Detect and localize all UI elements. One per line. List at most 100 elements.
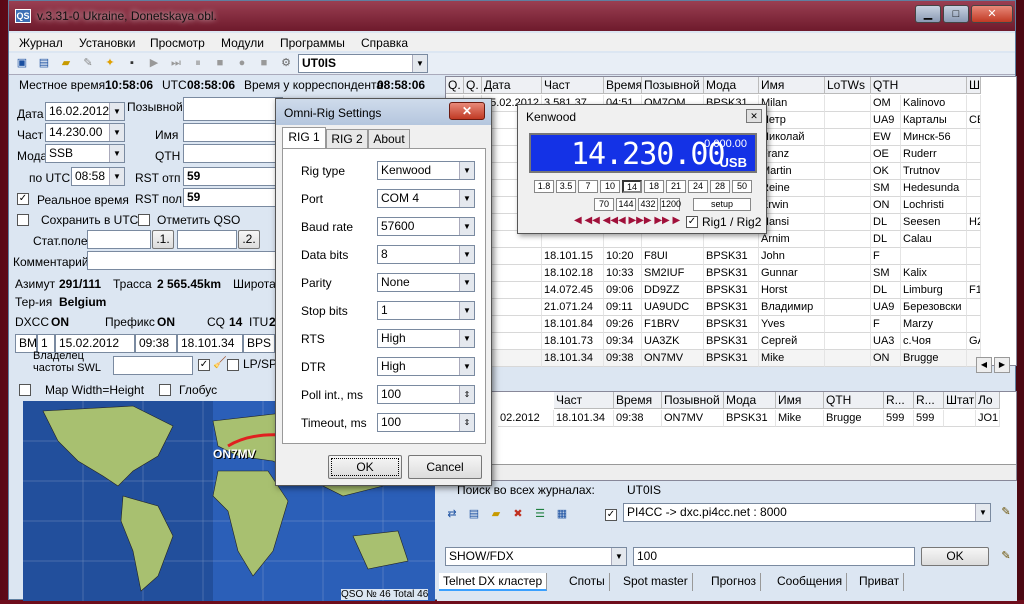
play-icon[interactable]: ▶: [147, 56, 161, 70]
table-cell[interactable]: [825, 316, 871, 333]
table-cell[interactable]: BPSK31: [704, 265, 759, 282]
table-cell[interactable]: [825, 129, 871, 146]
table-cell[interactable]: [967, 231, 981, 248]
table-cell[interactable]: [825, 163, 871, 180]
tab-telnet-cluster[interactable]: Telnet DX кластер: [439, 573, 548, 591]
column-header[interactable]: Штат: [944, 392, 976, 409]
byutc-input[interactable]: 08:58 ▼: [71, 167, 125, 186]
table-cell[interactable]: 21.071.24: [542, 299, 604, 316]
table-cell[interactable]: OK: [871, 163, 901, 180]
tab-messages[interactable]: Сообщения: [773, 573, 848, 591]
column-header[interactable]: R...: [884, 392, 914, 409]
menu-modules[interactable]: Модули: [221, 36, 264, 50]
callsign-select[interactable]: UT0IS ▼: [298, 54, 428, 73]
globe-checkbox[interactable]: [159, 384, 171, 396]
tuning-arrows-icon[interactable]: ◀ ◀◀ ◀◀◀ ▶▶▶ ▶▶ ▶: [574, 215, 680, 226]
table-cell[interactable]: Milan: [759, 95, 825, 112]
table-cell[interactable]: GA: [967, 333, 981, 350]
table-cell[interactable]: [967, 299, 981, 316]
table-cell[interactable]: F: [871, 316, 901, 333]
swl-owner-input[interactable]: [113, 356, 193, 375]
table-cell[interactable]: 09:34: [604, 333, 642, 350]
table-cell[interactable]: DD9ZZ: [642, 282, 704, 299]
table-cell[interactable]: [825, 350, 871, 367]
stat-1-button[interactable]: .1.: [152, 230, 174, 249]
date-input[interactable]: 16.02.2012 ▼: [45, 102, 125, 121]
table-cell[interactable]: UA9UDC: [642, 299, 704, 316]
column-header[interactable]: Позывной: [642, 77, 704, 94]
disk-icon[interactable]: ▪: [125, 56, 139, 70]
setting-select[interactable]: None ▼: [377, 273, 475, 292]
table-cell[interactable]: UA9: [871, 112, 901, 129]
table-cell[interactable]: Seesen: [901, 214, 967, 231]
table-cell[interactable]: [967, 197, 981, 214]
column-header[interactable]: QTH: [871, 77, 967, 94]
column-header[interactable]: Ло: [976, 392, 1000, 409]
setting-select[interactable]: COM 4 ▼: [377, 189, 475, 208]
mark-qso-checkbox[interactable]: [138, 214, 150, 226]
band-button[interactable]: 28: [710, 180, 730, 193]
table-cell[interactable]: [825, 231, 871, 248]
table-cell[interactable]: Franz: [759, 146, 825, 163]
table-cell[interactable]: Trutnov: [901, 163, 967, 180]
table-cell[interactable]: Kalinovo: [901, 95, 967, 112]
tab-forecast[interactable]: Прогноз: [707, 573, 762, 591]
band-button[interactable]: 70: [594, 198, 614, 211]
table-cell[interactable]: [901, 248, 967, 265]
column-header[interactable]: Мода: [704, 77, 759, 94]
table-cell[interactable]: Mike: [776, 410, 824, 427]
table-cell[interactable]: UA3: [871, 333, 901, 350]
table-cell[interactable]: UA3ZK: [642, 333, 704, 350]
column-header[interactable]: Имя: [776, 392, 824, 409]
table-cell[interactable]: 09:11: [604, 299, 642, 316]
cluster-server-select[interactable]: PI4CC -> dxc.pi4cc.net : 8000 ▼: [623, 503, 991, 522]
table-cell[interactable]: Владимир: [759, 299, 825, 316]
table-cell[interactable]: 18.101.34: [554, 410, 614, 427]
table-cell[interactable]: Brugge: [901, 350, 967, 367]
dialog-close-button[interactable]: ✕: [449, 102, 485, 120]
table-cell[interactable]: ON: [871, 197, 901, 214]
table-cell[interactable]: [944, 410, 976, 427]
table-cell[interactable]: Kalix: [901, 265, 967, 282]
tab-spot-master[interactable]: Spot master: [619, 573, 693, 591]
table-cell[interactable]: BPSK31: [704, 350, 759, 367]
table-cell[interactable]: Gunnar: [759, 265, 825, 282]
new-doc-icon[interactable]: ▤: [467, 507, 481, 521]
table-cell[interactable]: Петр: [759, 112, 825, 129]
table-cell[interactable]: ON7MV: [662, 410, 724, 427]
qth-input[interactable]: [183, 144, 283, 163]
table-cell[interactable]: [967, 265, 981, 282]
table-cell[interactable]: JO1: [976, 410, 1000, 427]
setting-spinner[interactable]: 100 ⇕: [377, 413, 475, 432]
table-cell[interactable]: [825, 248, 871, 265]
table-cell[interactable]: [825, 95, 871, 112]
column-header[interactable]: QTH: [824, 392, 884, 409]
menu-journal[interactable]: Журнал: [19, 36, 63, 50]
table-cell[interactable]: Marzy: [901, 316, 967, 333]
column-header[interactable]: Част: [554, 392, 614, 409]
cluster-ok-button[interactable]: OK: [921, 547, 989, 566]
columns-icon[interactable]: ▦: [555, 507, 569, 521]
table-cell[interactable]: [825, 299, 871, 316]
table-cell[interactable]: 599: [914, 410, 944, 427]
table-cell[interactable]: [967, 180, 981, 197]
setting-select[interactable]: High ▼: [377, 357, 475, 376]
table-cell[interactable]: F: [871, 248, 901, 265]
table-cell[interactable]: Hansi: [759, 214, 825, 231]
table-cell[interactable]: F1BRV: [642, 316, 704, 333]
tab-spots[interactable]: Споты: [565, 573, 610, 591]
table-cell[interactable]: Arnim: [759, 231, 825, 248]
mode-select[interactable]: SSB ▼: [45, 144, 125, 163]
table-cell[interactable]: Brugge: [824, 410, 884, 427]
table-cell[interactable]: 18.101.84: [542, 316, 604, 333]
table-cell[interactable]: Lochristi: [901, 197, 967, 214]
menu-help[interactable]: Справка: [361, 36, 408, 50]
table-cell[interactable]: [967, 163, 981, 180]
table-cell[interactable]: OM: [871, 95, 901, 112]
column-header[interactable]: R...: [914, 392, 944, 409]
table-cell[interactable]: ON: [871, 350, 901, 367]
table-cell[interactable]: 02.2012: [498, 410, 554, 427]
rig-setup-button[interactable]: setup: [693, 198, 751, 211]
table-cell[interactable]: H2: [967, 214, 981, 231]
table-cell[interactable]: [825, 265, 871, 282]
